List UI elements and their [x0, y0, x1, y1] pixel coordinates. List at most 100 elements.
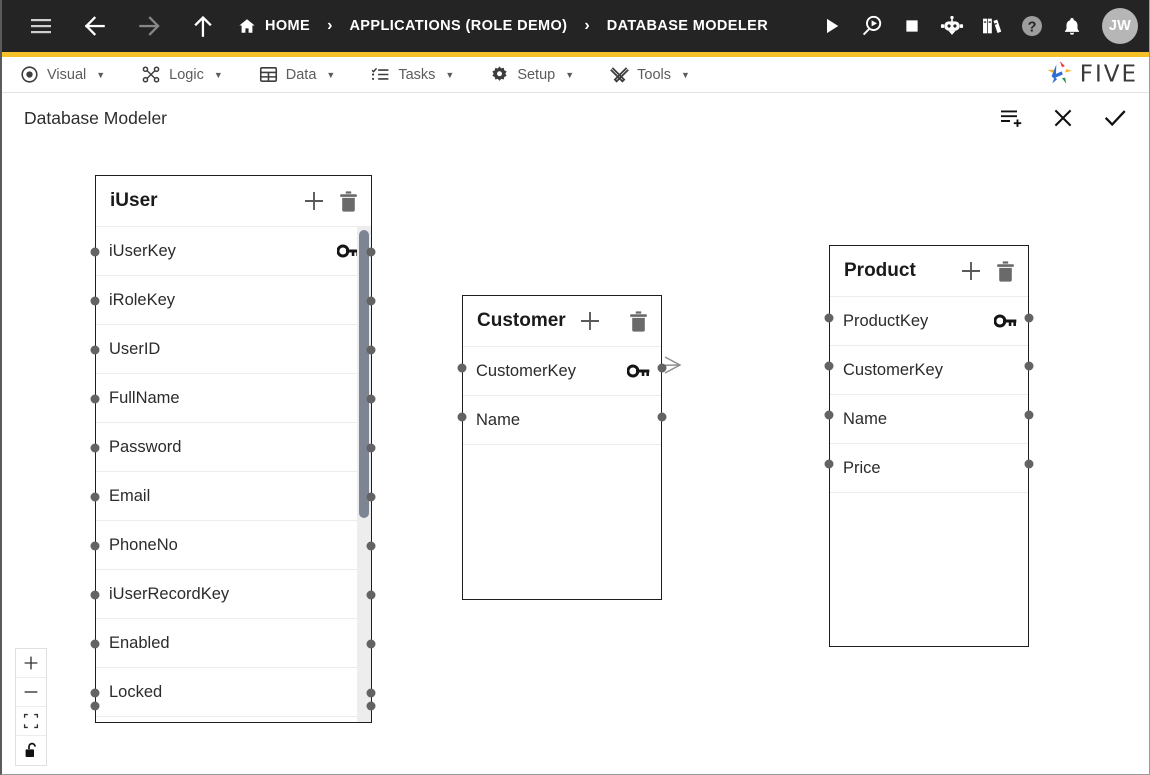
field-row[interactable]: CustomerKey [463, 346, 661, 395]
connector-dot[interactable] [657, 363, 667, 373]
connector-dot[interactable] [366, 394, 376, 404]
field-row[interactable]: Email [96, 471, 371, 520]
add-field-icon[interactable] [302, 189, 326, 213]
field-row[interactable]: Price [830, 443, 1028, 492]
delete-table-icon[interactable] [338, 190, 359, 213]
field-row[interactable]: Password [96, 422, 371, 471]
connector-dot[interactable] [366, 541, 376, 551]
entity-product[interactable]: Product ProductKey CustomerKey Name Pric… [829, 245, 1029, 647]
scrollbar-thumb[interactable] [359, 230, 369, 518]
close-x-icon[interactable] [1048, 103, 1078, 133]
connector-dot[interactable] [657, 412, 667, 422]
breadcrumb-item-home[interactable]: HOME [238, 17, 310, 35]
question-circle-icon[interactable]: ? [1012, 4, 1052, 48]
field-row-empty[interactable] [96, 716, 371, 722]
field-row[interactable]: UserID [96, 324, 371, 373]
fit-screen-button[interactable] [16, 707, 46, 736]
connector-dot[interactable] [457, 412, 467, 422]
menu-item-visual[interactable]: Visual ▼ [20, 65, 105, 84]
add-field-icon[interactable] [959, 259, 983, 283]
field-name: iRoleKey [109, 290, 176, 309]
field-row-empty[interactable] [830, 492, 1028, 541]
connector-dot[interactable] [90, 492, 100, 502]
connector-dot[interactable] [90, 247, 100, 257]
menu-item-logic[interactable]: Logic ▼ [141, 65, 223, 84]
add-field-icon[interactable] [578, 309, 602, 333]
list-plus-icon[interactable] [996, 103, 1026, 133]
field-row[interactable]: FullName [96, 373, 371, 422]
field-row[interactable]: iRoleKey [96, 275, 371, 324]
field-row[interactable]: Locked [96, 667, 371, 716]
connector-dot[interactable] [1024, 313, 1034, 323]
connector-dot[interactable] [90, 701, 100, 711]
connector-dot[interactable] [366, 443, 376, 453]
breadcrumb-item-database-modeler[interactable]: DATABASE MODELER [607, 18, 768, 34]
bell-icon[interactable] [1052, 4, 1092, 48]
lock-toggle-button[interactable] [16, 736, 46, 765]
menu-item-tasks[interactable]: Tasks ▼ [371, 65, 454, 84]
robot-icon[interactable] [932, 4, 972, 48]
connector-dot[interactable] [90, 296, 100, 306]
connector-dot[interactable] [366, 639, 376, 649]
arrow-left-icon[interactable] [74, 5, 116, 47]
arrow-right-icon[interactable] [128, 5, 170, 47]
field-row[interactable]: Name [463, 395, 661, 444]
check-icon[interactable] [1100, 103, 1130, 133]
connector-dot[interactable] [366, 345, 376, 355]
delete-table-icon[interactable] [628, 310, 649, 333]
connector-dot[interactable] [824, 313, 834, 323]
connector-dot[interactable] [824, 361, 834, 371]
chevron-down-icon: ▼ [213, 69, 223, 80]
connector-dot[interactable] [366, 492, 376, 502]
entity-header: iUser [96, 176, 371, 226]
connector-dot[interactable] [90, 639, 100, 649]
connector-dot[interactable] [90, 345, 100, 355]
menu-item-data[interactable]: Data ▼ [259, 65, 335, 84]
avatar[interactable]: JW [1102, 8, 1138, 44]
connector-dot[interactable] [366, 247, 376, 257]
menu-item-tools[interactable]: Tools ▼ [610, 65, 690, 84]
connector-dot[interactable] [366, 590, 376, 600]
top-navigation-bar: HOME › APPLICATIONS (ROLE DEMO) › DATABA… [2, 0, 1149, 52]
field-row[interactable]: PhoneNo [96, 520, 371, 569]
field-row[interactable]: ProductKey [830, 296, 1028, 345]
connector-dot[interactable] [824, 410, 834, 420]
field-row[interactable]: Name [830, 394, 1028, 443]
connector-dot[interactable] [1024, 459, 1034, 469]
connector-dot[interactable] [366, 701, 376, 711]
arrow-up-icon[interactable] [182, 5, 224, 47]
connector-dot[interactable] [90, 394, 100, 404]
zoom-out-button[interactable] [16, 678, 46, 707]
connector-dot[interactable] [366, 688, 376, 698]
books-icon[interactable] [972, 4, 1012, 48]
connector-dot[interactable] [366, 296, 376, 306]
delete-table-icon[interactable] [995, 260, 1016, 283]
field-row[interactable]: iUserKey [96, 226, 371, 275]
field-row[interactable]: CustomerKey [830, 345, 1028, 394]
stop-square-icon[interactable] [892, 4, 932, 48]
connector-dot[interactable] [824, 459, 834, 469]
connector-dot[interactable] [1024, 410, 1034, 420]
brand-logo: FIVE [1045, 58, 1138, 91]
hamburger-icon[interactable] [20, 5, 62, 47]
field-row[interactable]: Enabled [96, 618, 371, 667]
field-row-empty[interactable] [463, 444, 661, 493]
connector-dot[interactable] [90, 443, 100, 453]
modeler-canvas[interactable]: iUser iUserKey iRoleKey UserID FullName … [2, 143, 1149, 774]
connector-dot[interactable] [90, 688, 100, 698]
play-icon[interactable] [812, 4, 852, 48]
entity-customer[interactable]: Customer CustomerKey Name [462, 295, 662, 600]
field-row[interactable]: iUserRecordKey [96, 569, 371, 618]
breadcrumb-item-applications[interactable]: APPLICATIONS (ROLE DEMO) [349, 18, 567, 34]
connector-dot[interactable] [90, 590, 100, 600]
resize-handle[interactable] [1012, 630, 1027, 645]
zoom-in-button[interactable] [16, 649, 46, 678]
magnifier-play-icon[interactable] [852, 4, 892, 48]
connector-dot[interactable] [1024, 361, 1034, 371]
connector-dot[interactable] [457, 363, 467, 373]
resize-handle[interactable] [645, 583, 660, 598]
entity-iuser[interactable]: iUser iUserKey iRoleKey UserID FullName … [95, 175, 372, 723]
connector-dot[interactable] [90, 541, 100, 551]
chevron-down-icon: ▼ [96, 69, 106, 80]
menu-item-setup[interactable]: Setup ▼ [490, 65, 574, 84]
